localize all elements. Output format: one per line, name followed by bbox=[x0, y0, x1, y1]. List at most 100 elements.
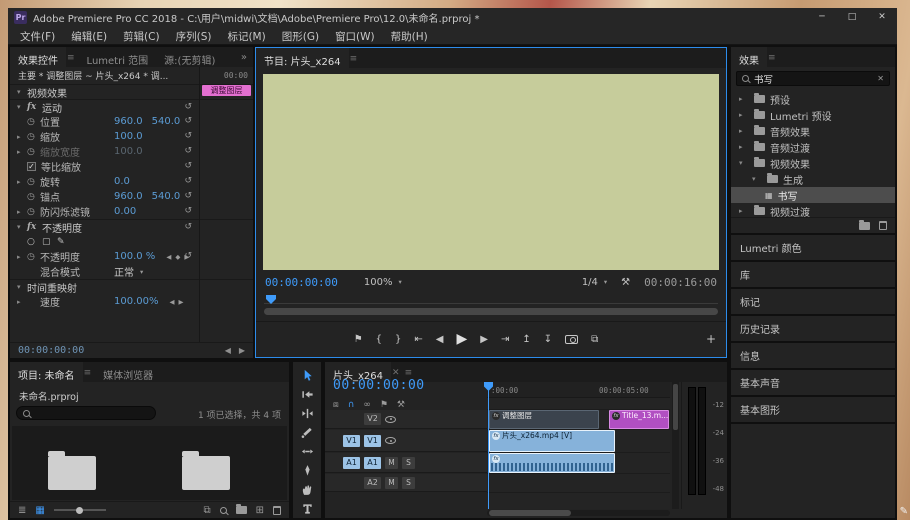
add-marker-icon[interactable]: ⚑ bbox=[380, 400, 388, 410]
bin-folder-icon[interactable] bbox=[182, 456, 230, 490]
new-bin-icon[interactable] bbox=[236, 506, 247, 514]
rect-mask-icon[interactable]: ▢ bbox=[42, 237, 57, 247]
clear-search-icon[interactable]: ✕ bbox=[877, 74, 884, 83]
clip-video[interactable]: fx片头_x264.mp4 [V] bbox=[489, 430, 615, 452]
menu-graphics[interactable]: 图形(G) bbox=[274, 27, 327, 44]
tab-effect-controls[interactable]: 效果控件 bbox=[10, 47, 66, 67]
tab-info[interactable]: 信息 bbox=[731, 343, 895, 368]
tab-program-monitor[interactable]: 节目: 片头_x264 bbox=[256, 48, 349, 68]
param-value[interactable]: 0.00 bbox=[114, 206, 136, 217]
timeline-ruler[interactable]: :00:00 00:00:05:00 bbox=[487, 382, 670, 398]
timeline-timecode[interactable]: 00:00:00:00 bbox=[333, 378, 425, 393]
timeline-hscrollbar[interactable] bbox=[487, 510, 670, 516]
track-output-eye-icon[interactable] bbox=[385, 437, 396, 444]
param-value-x[interactable]: 960.0 bbox=[114, 191, 143, 202]
menu-sequence[interactable]: 序列(S) bbox=[168, 27, 220, 44]
chevron-down-icon[interactable]: ▾ bbox=[140, 268, 143, 276]
new-custom-bin-icon[interactable] bbox=[859, 222, 870, 230]
tab-essential-graphics[interactable]: 基本图形 bbox=[731, 397, 895, 422]
tab-libraries[interactable]: 库 bbox=[731, 262, 895, 287]
stopwatch-icon[interactable]: ◷ bbox=[27, 177, 40, 187]
new-item-icon[interactable]: ⊞ bbox=[256, 505, 264, 516]
tab-essential-sound[interactable]: 基本声音 bbox=[731, 370, 895, 395]
param-value[interactable]: 100.0 bbox=[114, 131, 143, 142]
param-value-y[interactable]: 540.0 bbox=[152, 116, 181, 127]
zoom-level-select[interactable]: 100% bbox=[364, 277, 393, 288]
chevron-right-icon[interactable]: ▸ bbox=[17, 133, 27, 141]
go-to-in-icon[interactable]: ⇤ bbox=[414, 334, 422, 345]
timeline-settings-icon[interactable]: ⚒ bbox=[397, 400, 405, 410]
linked-selection-icon[interactable]: ∞ bbox=[363, 400, 371, 410]
stopwatch-icon[interactable]: ◷ bbox=[27, 207, 40, 217]
bin-folder-icon[interactable] bbox=[48, 456, 96, 490]
tree-item-write-on[interactable]: ▦ 书写 bbox=[731, 187, 895, 203]
kf-add-icon[interactable]: ◆ bbox=[175, 253, 180, 261]
ellipse-mask-icon[interactable]: ○ bbox=[27, 237, 42, 247]
reset-icon[interactable]: ↺ bbox=[184, 206, 192, 216]
hand-tool[interactable] bbox=[293, 480, 321, 499]
thumbnail-zoom-slider[interactable] bbox=[54, 509, 106, 511]
source-patch-a1[interactable]: A1 bbox=[343, 457, 360, 469]
stopwatch-icon[interactable]: ◷ bbox=[27, 117, 40, 127]
razor-tool[interactable] bbox=[293, 423, 321, 442]
track-target-v1[interactable]: V1 bbox=[364, 435, 381, 447]
maximize-button[interactable]: □ bbox=[837, 8, 867, 27]
menu-window[interactable]: 窗口(W) bbox=[327, 27, 383, 44]
menu-marker[interactable]: 标记(M) bbox=[219, 27, 273, 44]
zoom-out-icon[interactable]: ◀ bbox=[225, 346, 231, 355]
track-target-v2[interactable]: V2 bbox=[364, 413, 381, 425]
mute-button[interactable]: M bbox=[385, 457, 398, 469]
clip-adjustment-layer[interactable]: fx调整图层 bbox=[489, 410, 599, 429]
tab-effects[interactable]: 效果 bbox=[731, 47, 767, 67]
keyframe-lane[interactable]: 00:00 调整图层 bbox=[199, 67, 253, 342]
panel-menu-icon[interactable]: ≡ bbox=[83, 362, 96, 382]
reset-icon[interactable]: ↺ bbox=[184, 146, 192, 156]
button-editor-icon[interactable]: + bbox=[706, 322, 716, 356]
stopwatch-icon[interactable]: ◷ bbox=[27, 252, 40, 262]
track-target-a1[interactable]: A1 bbox=[364, 457, 381, 469]
automate-to-sequence-icon[interactable]: ⧉ bbox=[203, 505, 210, 516]
reset-icon[interactable]: ↺ bbox=[184, 116, 192, 126]
param-value-y[interactable]: 540.0 bbox=[152, 191, 181, 202]
step-forward-icon[interactable]: ▶ bbox=[480, 334, 488, 345]
mark-out-icon[interactable]: } bbox=[395, 334, 401, 345]
chevron-down-icon[interactable]: ▾ bbox=[17, 103, 27, 111]
tree-item-audio-effects[interactable]: ▸ 音频效果 bbox=[731, 123, 895, 139]
program-timecode[interactable]: 00:00:00:00 bbox=[265, 276, 338, 289]
tree-item-video-effects[interactable]: ▾ 视频效果 bbox=[731, 155, 895, 171]
clip-title[interactable]: fxTitle_13.m... bbox=[609, 410, 669, 429]
chevron-right-icon[interactable]: ▸ bbox=[739, 143, 749, 151]
delete-icon[interactable] bbox=[273, 506, 281, 515]
stopwatch-icon[interactable]: ◷ bbox=[27, 192, 40, 202]
panel-menu-icon[interactable]: ≡ bbox=[66, 47, 79, 67]
param-value[interactable]: 100.00% bbox=[114, 296, 159, 307]
chevron-right-icon[interactable]: ▸ bbox=[739, 111, 749, 119]
tree-item-presets[interactable]: ▸ 预设 bbox=[731, 91, 895, 107]
chevron-right-icon[interactable]: ▸ bbox=[17, 253, 27, 261]
icon-view-icon[interactable]: ▦ bbox=[35, 505, 44, 516]
program-playhead[interactable] bbox=[266, 295, 276, 304]
chevron-down-icon[interactable]: ▾ bbox=[17, 283, 27, 291]
effects-search-input[interactable]: 书写 ✕ bbox=[736, 71, 890, 86]
tab-source-monitor[interactable]: 源:(无剪辑) bbox=[156, 47, 223, 67]
ripple-edit-tool[interactable] bbox=[293, 404, 321, 423]
tree-item-generate[interactable]: ▾ 生成 bbox=[731, 171, 895, 187]
param-value-x[interactable]: 960.0 bbox=[114, 116, 143, 127]
chevron-right-icon[interactable]: ▸ bbox=[17, 178, 27, 186]
reset-icon[interactable]: ↺ bbox=[184, 176, 192, 186]
source-patch-v1[interactable]: V1 bbox=[343, 435, 360, 447]
export-frame-icon[interactable] bbox=[565, 335, 578, 344]
menu-edit[interactable]: 编辑(E) bbox=[63, 27, 115, 44]
tab-history[interactable]: 历史记录 bbox=[731, 316, 895, 341]
add-marker-icon[interactable]: ⚑ bbox=[354, 334, 363, 345]
kf-next-icon[interactable]: ▶ bbox=[179, 298, 184, 306]
tab-markers[interactable]: 标记 bbox=[731, 289, 895, 314]
kf-prev-icon[interactable]: ◀ bbox=[166, 253, 171, 261]
tab-media-browser[interactable]: 媒体浏览器 bbox=[95, 362, 161, 382]
tab-lumetri-scopes[interactable]: Lumetri 范围 bbox=[79, 47, 157, 67]
type-tool[interactable] bbox=[293, 499, 321, 518]
tree-item-audio-transitions[interactable]: ▸ 音频过渡 bbox=[731, 139, 895, 155]
snap-icon[interactable]: ∩ bbox=[348, 400, 355, 410]
reset-icon[interactable]: ↺ bbox=[184, 161, 192, 171]
chevron-right-icon[interactable]: ▸ bbox=[739, 95, 749, 103]
